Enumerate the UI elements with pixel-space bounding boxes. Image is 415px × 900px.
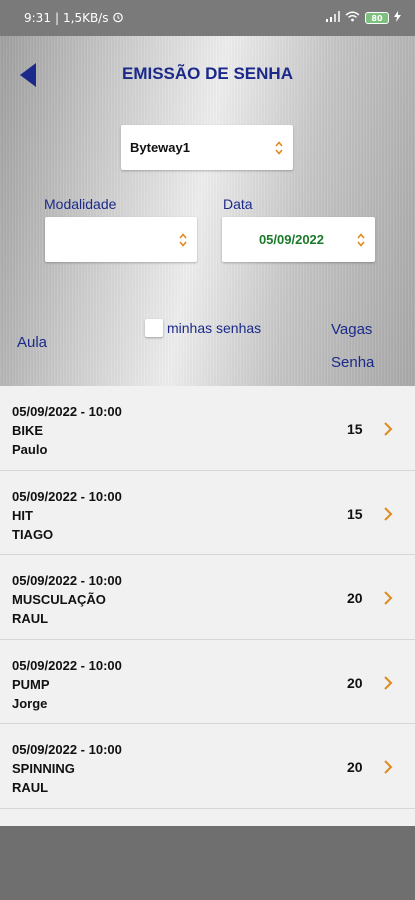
class-datetime: 05/09/2022 - 10:00 bbox=[12, 742, 122, 757]
wifi-icon bbox=[345, 11, 360, 25]
select-arrows-icon bbox=[275, 140, 283, 155]
chevron-right-icon[interactable] bbox=[383, 675, 393, 691]
status-right: 80 bbox=[326, 11, 401, 25]
status-bar: 9:31 | 1,5KB/s 80 bbox=[0, 0, 415, 36]
status-speed: 1,5KB/s bbox=[63, 11, 109, 25]
status-left: 9:31 | 1,5KB/s bbox=[24, 11, 124, 26]
class-row[interactable]: 05/09/2022 - 10:00 MUSCULAÇÃO RAUL 20 bbox=[0, 555, 415, 640]
page-title: EMISSÃO DE SENHA bbox=[122, 64, 293, 83]
class-datetime: 05/09/2022 - 10:00 bbox=[12, 657, 122, 673]
chevron-right-icon[interactable] bbox=[383, 590, 393, 606]
class-instructor: Jorge bbox=[12, 695, 48, 711]
chevron-right-icon[interactable] bbox=[383, 421, 393, 437]
column-senha: Senha bbox=[331, 354, 375, 371]
battery-icon: 80 bbox=[365, 12, 389, 24]
select-arrows-icon bbox=[179, 232, 187, 247]
modalidade-label: Modalidade bbox=[44, 196, 117, 212]
signal-icon bbox=[326, 11, 340, 25]
minhas-senhas-label: minhas senhas bbox=[167, 320, 262, 336]
class-vagas: 15 bbox=[347, 505, 363, 522]
date-select[interactable]: 05/09/2022 bbox=[222, 217, 375, 262]
company-select[interactable]: Byteway1 bbox=[121, 125, 293, 170]
status-separator: | bbox=[54, 11, 59, 25]
alarm-icon bbox=[112, 11, 124, 26]
class-vagas: 20 bbox=[347, 590, 363, 606]
select-arrows-icon bbox=[357, 232, 365, 247]
modalidade-select[interactable] bbox=[45, 217, 197, 262]
class-row[interactable]: 05/09/2022 - 10:00 SPINNING RAUL 20 bbox=[0, 724, 415, 809]
chevron-right-icon[interactable] bbox=[383, 759, 393, 775]
status-time: 9:31 bbox=[24, 11, 51, 25]
class-vagas: 20 bbox=[347, 674, 363, 691]
class-datetime: 05/09/2022 - 10:00 bbox=[12, 488, 122, 504]
class-instructor: RAUL bbox=[12, 611, 49, 626]
class-instructor: TIAGO bbox=[12, 526, 54, 542]
column-aula: Aula bbox=[17, 334, 48, 351]
chevron-right-icon[interactable] bbox=[383, 506, 393, 522]
class-datetime: 05/09/2022 - 10:00 bbox=[12, 404, 122, 419]
charging-icon bbox=[394, 11, 401, 25]
class-datetime: 05/09/2022 - 10:00 bbox=[12, 573, 122, 588]
class-instructor: RAUL bbox=[12, 780, 49, 795]
class-vagas: 15 bbox=[347, 421, 363, 437]
company-select-value: Byteway1 bbox=[130, 140, 190, 155]
class-list: 05/09/2022 - 10:00 BIKE Paulo 15 05/09/2… bbox=[0, 386, 415, 826]
date-select-value: 05/09/2022 bbox=[258, 232, 325, 247]
column-vagas: Vagas bbox=[331, 321, 373, 338]
class-row[interactable]: 05/09/2022 - 10:00 HIT TIAGO 15 bbox=[0, 470, 415, 555]
data-label: Data bbox=[223, 196, 253, 212]
class-vagas: 20 bbox=[347, 759, 363, 775]
minhas-senhas-toggle[interactable]: minhas senhas bbox=[145, 319, 261, 337]
class-instructor: Paulo bbox=[12, 442, 48, 457]
minhas-senhas-checkbox[interactable] bbox=[145, 319, 163, 337]
class-row[interactable]: 05/09/2022 - 10:00 BIKE Paulo 15 bbox=[0, 386, 415, 471]
header-panel: EMISSÃO DE SENHA Byteway1 Modalidade Dat… bbox=[0, 36, 415, 386]
class-row[interactable]: 05/09/2022 - 10:00 PUMP Jorge 20 bbox=[0, 639, 415, 724]
bottom-empty-area bbox=[0, 826, 415, 900]
